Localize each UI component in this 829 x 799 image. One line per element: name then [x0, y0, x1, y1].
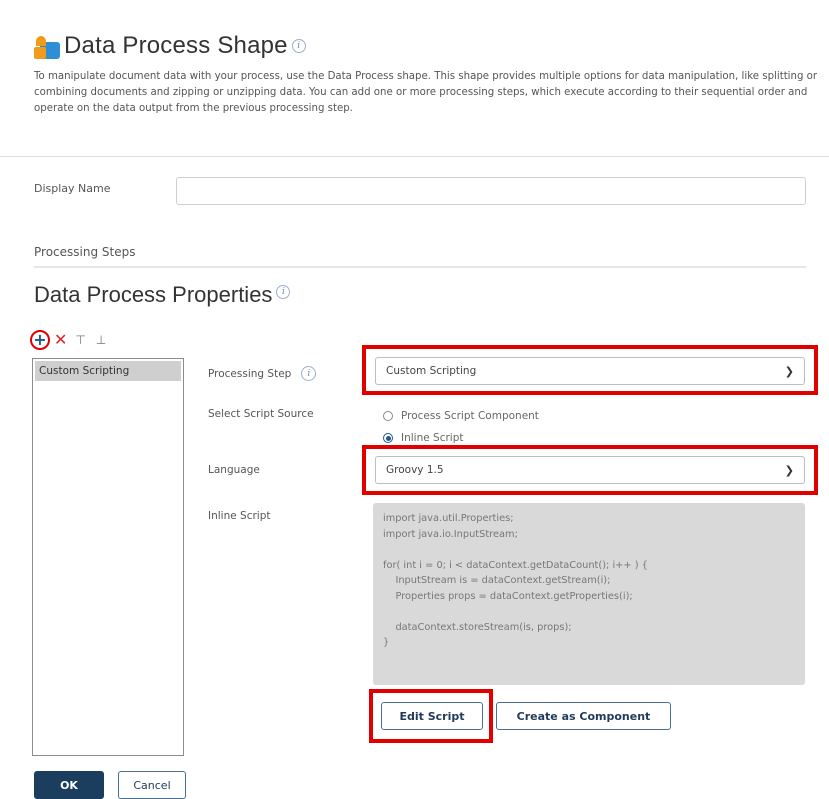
create-as-component-button[interactable]: Create as Component [496, 702, 671, 730]
info-icon[interactable]: i [301, 366, 317, 381]
script-source-label: Select Script Source [208, 408, 314, 420]
processing-steps-heading: Processing Steps [34, 245, 136, 259]
properties-title: Data Process Properties i [34, 282, 291, 308]
chevron-down-icon: ❯ [784, 463, 794, 477]
cancel-button[interactable]: Cancel [118, 771, 186, 799]
header-divider [0, 156, 829, 157]
radio-inline-script[interactable]: Inline Script [383, 432, 464, 444]
radio-label: Inline Script [401, 432, 464, 444]
list-item[interactable]: Custom Scripting [35, 361, 181, 381]
inline-script-editor: import java.util.Properties; import java… [373, 503, 805, 685]
page-header: Data Process Shape i [34, 28, 306, 64]
language-label: Language [208, 464, 260, 476]
inline-script-label: Inline Script [208, 510, 271, 522]
move-to-bottom-icon[interactable]: ⊥ [96, 334, 106, 346]
language-select[interactable]: Groovy 1.5 ❯ [375, 456, 805, 484]
ok-button[interactable]: OK [34, 771, 104, 799]
radio-button[interactable] [383, 433, 393, 443]
section-divider [34, 266, 806, 268]
page-title: Data Process Shape [64, 32, 288, 59]
page-description: To manipulate document data with your pr… [34, 71, 818, 114]
radio-process-script-component[interactable]: Process Script Component [383, 410, 539, 422]
edit-script-button[interactable]: Edit Script [381, 702, 483, 730]
info-icon[interactable]: i [291, 39, 306, 53]
radio-button[interactable] [383, 411, 393, 421]
display-name-label: Display Name [34, 182, 111, 195]
properties-title-text: Data Process Properties [34, 282, 273, 307]
chevron-down-icon: ❯ [784, 364, 794, 378]
radio-label: Process Script Component [401, 410, 539, 422]
info-icon[interactable]: i [276, 284, 291, 299]
processing-step-select[interactable]: Custom Scripting ❯ [375, 357, 805, 385]
add-icon[interactable]: + [33, 332, 46, 348]
add-step-highlight[interactable]: + [30, 330, 50, 350]
processing-step-label-text: Processing Step [208, 367, 292, 380]
move-to-top-icon[interactable]: ⊤ [75, 334, 85, 346]
processing-step-value: Custom Scripting [386, 365, 477, 377]
steps-toolbar: + ✕ ⊤ ⊥ [30, 329, 116, 351]
language-value: Groovy 1.5 [386, 464, 444, 476]
steps-list: Custom Scripting [32, 358, 184, 756]
processing-step-label: Processing Step i [208, 366, 317, 381]
delete-icon[interactable]: ✕ [54, 332, 67, 348]
data-process-shape-icon [34, 33, 60, 59]
display-name-input[interactable] [176, 177, 806, 205]
